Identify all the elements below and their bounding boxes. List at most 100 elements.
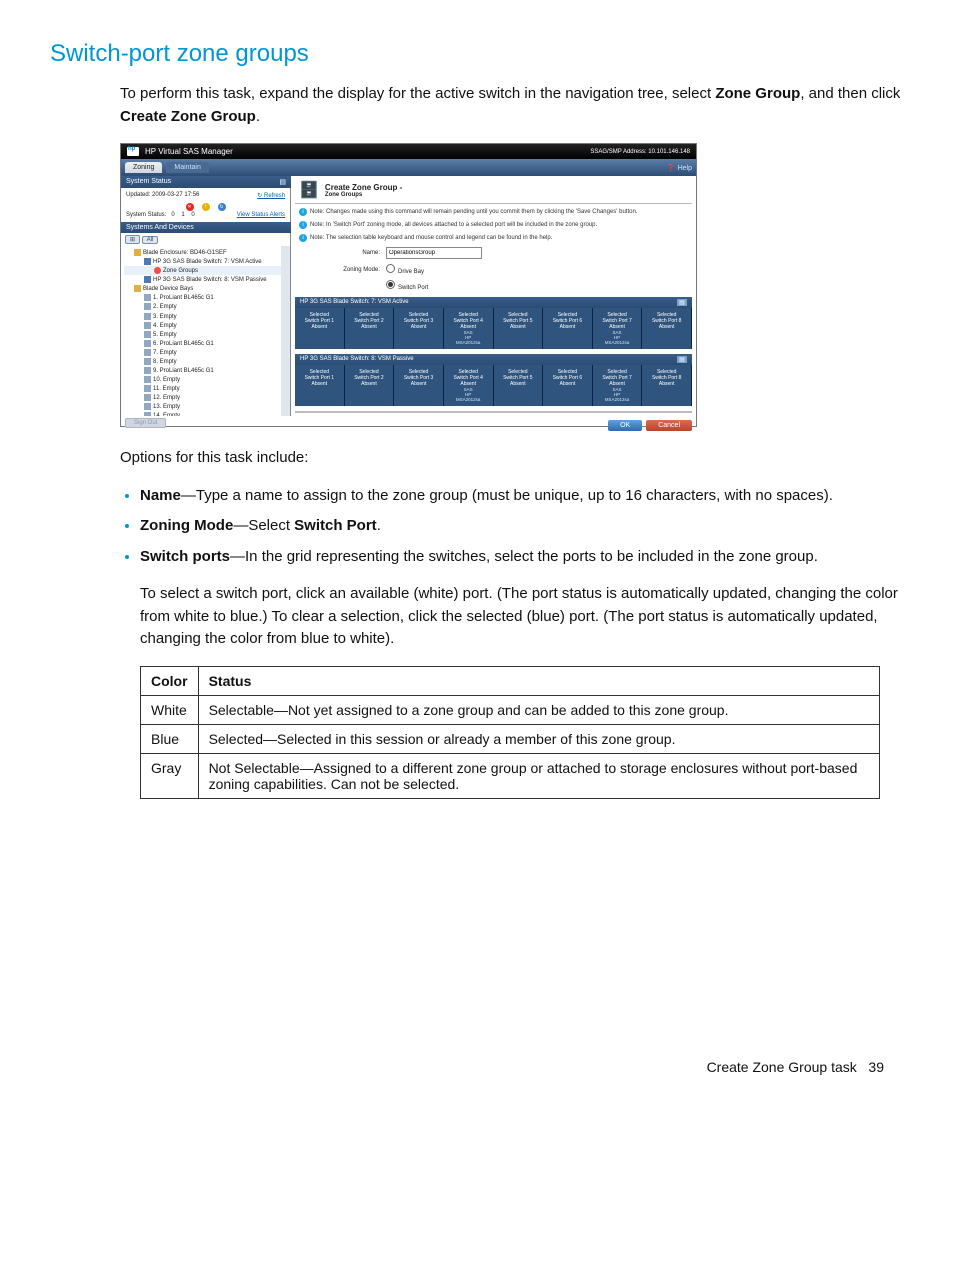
radio-switch-port[interactable] bbox=[386, 280, 395, 289]
switch-port-cell[interactable]: SelectedSwitch Port 6Absent bbox=[543, 365, 593, 406]
devices-title: Systems And Devices bbox=[126, 224, 194, 231]
tree-bay-13[interactable]: 13. Empty bbox=[153, 404, 180, 410]
bay-icon bbox=[144, 340, 151, 347]
tab-zoning[interactable]: Zoning bbox=[125, 162, 162, 173]
collapse-icon[interactable]: ▤ bbox=[279, 178, 286, 186]
grid1-expand-icon[interactable]: ▤ bbox=[677, 299, 687, 306]
switch-port-cell[interactable]: SelectedSwitch Port 5Absent bbox=[494, 308, 544, 349]
tree-scrollbar[interactable] bbox=[281, 246, 290, 416]
page-footer: Create Zone Group task 39 bbox=[50, 1059, 904, 1075]
tab-maintain[interactable]: Maintain bbox=[166, 162, 208, 173]
switch-icon bbox=[144, 276, 151, 283]
switch-port-cell[interactable]: SelectedSwitch Port 4AbsentSASHPMSA2012s… bbox=[444, 308, 494, 349]
tree-bay-9[interactable]: 9. ProLiant BL465c G1 bbox=[153, 368, 214, 374]
info-count: 0 bbox=[191, 212, 194, 218]
option-name: Name—Type a name to assign to the zone g… bbox=[140, 485, 904, 508]
tree-bay-11[interactable]: 11. Empty bbox=[153, 386, 180, 392]
switch-port-cell[interactable]: SelectedSwitch Port 4AbsentSASHPMSA2012s… bbox=[444, 365, 494, 406]
name-input[interactable] bbox=[386, 247, 482, 259]
option-switch-ports: Switch ports—In the grid representing th… bbox=[140, 546, 904, 569]
grid2-expand-icon[interactable]: ▤ bbox=[677, 356, 687, 363]
info-icon: i bbox=[299, 234, 307, 242]
switch-grid-passive: HP 3G SAS Blade Switch: 8: VSM Passive▤ … bbox=[295, 354, 692, 406]
switch-port-cell[interactable]: SelectedSwitch Port 1Absent bbox=[295, 308, 345, 349]
tree-bay-1[interactable]: 1. ProLiant BL465c G1 bbox=[153, 295, 214, 301]
switch-port-cell[interactable]: SelectedSwitch Port 7AbsentSASHPMSA2012s… bbox=[593, 308, 643, 349]
grid2-title: HP 3G SAS Blade Switch: 8: VSM Passive bbox=[300, 356, 414, 363]
crit-count: 0 bbox=[171, 212, 174, 218]
note-2: iNote: In 'Switch Port' zoning mode, all… bbox=[295, 220, 692, 230]
radio-switch-port-label: Switch Port bbox=[398, 285, 428, 291]
tree-bay-14[interactable]: 14. Empty bbox=[153, 413, 180, 416]
intro-bold-create: Create Zone Group bbox=[120, 108, 256, 125]
option-name-bold: Name bbox=[140, 487, 181, 504]
option-name-text: —Type a name to assign to the zone group… bbox=[181, 487, 833, 504]
tree-bay-5[interactable]: 5. Empty bbox=[153, 332, 177, 338]
option-zoning-mode: Zoning Mode—Select Switch Port. bbox=[140, 515, 904, 538]
tree-bay-10[interactable]: 10. Empty bbox=[153, 377, 180, 383]
color-status-table: ColorStatus WhiteSelectable—Not yet assi… bbox=[140, 666, 880, 799]
switch-port-cell[interactable]: SelectedSwitch Port 3Absent bbox=[394, 308, 444, 349]
tree-bay-3[interactable]: 3. Empty bbox=[153, 314, 177, 320]
switch-port-cell[interactable]: SelectedSwitch Port 3Absent bbox=[394, 365, 444, 406]
horizontal-scrollbar[interactable] bbox=[295, 411, 692, 413]
section-heading: Switch-port zone groups bbox=[50, 40, 904, 68]
tree-bay-12[interactable]: 12. Empty bbox=[153, 395, 180, 401]
post-list-paragraph: To select a switch port, click an availa… bbox=[140, 583, 904, 651]
tree-bay-7[interactable]: 7. Empty bbox=[153, 350, 177, 356]
note-3: iNote: The selection table keyboard and … bbox=[295, 233, 692, 243]
switch-port-cell[interactable]: SelectedSwitch Port 2Absent bbox=[345, 365, 395, 406]
switch-port-cell[interactable]: SelectedSwitch Port 8Absent bbox=[642, 308, 692, 349]
tree-bay-4[interactable]: 4. Empty bbox=[153, 323, 177, 329]
tree-bay-2[interactable]: 2. Empty bbox=[153, 305, 177, 311]
switch-port-cell[interactable]: SelectedSwitch Port 2Absent bbox=[345, 308, 395, 349]
left-pane: System Status ▤ Updated: 2009-03-27 17:5… bbox=[121, 176, 291, 416]
devices-toolbar: ⊞ All bbox=[121, 233, 291, 246]
nav-tree[interactable]: Blade Enclosure: BD46-G1SEF HP 3G SAS Bl… bbox=[121, 246, 291, 416]
grid1-ports: SelectedSwitch Port 1AbsentSelectedSwitc… bbox=[295, 308, 692, 349]
tree-switch-active[interactable]: HP 3G SAS Blade Switch: 7: VSM Active bbox=[153, 259, 262, 265]
tree-zone-groups[interactable]: Zone Groups bbox=[163, 268, 198, 274]
intro-text-2: , and then click bbox=[800, 85, 900, 102]
refresh-link[interactable]: ↻ Refresh bbox=[257, 192, 285, 199]
cell-status: Not Selectable—Assigned to a different z… bbox=[198, 753, 879, 798]
ok-button[interactable]: OK bbox=[608, 420, 642, 431]
tree-bays-header[interactable]: Blade Device Bays bbox=[143, 286, 193, 292]
window-titlebar: HP Virtual SAS Manager SSAG/SMP Address:… bbox=[121, 144, 696, 159]
option-zoning-pre: —Select bbox=[233, 517, 294, 534]
tree-switch-passive[interactable]: HP 3G SAS Blade Switch: 8: VSM Passive bbox=[153, 277, 267, 283]
zone-group-icon bbox=[154, 267, 161, 274]
sign-out-button[interactable]: Sign Out bbox=[125, 418, 166, 428]
switch-port-cell[interactable]: SelectedSwitch Port 7AbsentSASHPMSA2012s… bbox=[593, 365, 643, 406]
th-status: Status bbox=[198, 666, 879, 695]
switch-port-cell[interactable]: SelectedSwitch Port 5Absent bbox=[494, 365, 544, 406]
note-1-text: Note: Changes made using this command wi… bbox=[310, 209, 637, 215]
tree-enclosure[interactable]: Blade Enclosure: BD46-G1SEF bbox=[143, 250, 227, 256]
critical-icon: ✕ bbox=[186, 203, 194, 211]
bay-icon bbox=[144, 403, 151, 410]
switch-icon bbox=[144, 258, 151, 265]
bay-icon bbox=[144, 385, 151, 392]
tree-bay-8[interactable]: 8. Empty bbox=[153, 359, 177, 365]
help-link[interactable]: ❓ Help bbox=[667, 164, 692, 172]
radio-drive-bay[interactable] bbox=[386, 264, 395, 273]
expand-all-button[interactable]: ⊞ bbox=[125, 235, 140, 244]
tree-bay-6[interactable]: 6. ProLiant BL465c G1 bbox=[153, 341, 214, 347]
bay-icon bbox=[144, 376, 151, 383]
all-button[interactable]: All bbox=[142, 236, 159, 244]
hp-logo-icon bbox=[127, 147, 139, 156]
switch-port-cell[interactable]: SelectedSwitch Port 1Absent bbox=[295, 365, 345, 406]
info-icon: i bbox=[299, 208, 307, 216]
table-row: BlueSelected—Selected in this session or… bbox=[141, 724, 880, 753]
footer-page: 39 bbox=[868, 1059, 884, 1075]
app-screenshot: HP Virtual SAS Manager SSAG/SMP Address:… bbox=[120, 143, 697, 427]
crumb-title: Create Zone Group - bbox=[325, 183, 402, 192]
switch-port-cell[interactable]: SelectedSwitch Port 8Absent bbox=[642, 365, 692, 406]
intro-paragraph: To perform this task, expand the display… bbox=[120, 83, 904, 128]
switch-port-cell[interactable]: SelectedSwitch Port 6Absent bbox=[543, 308, 593, 349]
cell-status: Selectable—Not yet assigned to a zone gr… bbox=[198, 695, 879, 724]
cell-color: Blue bbox=[141, 724, 199, 753]
cancel-button[interactable]: Cancel bbox=[646, 420, 692, 431]
option-ports-text: —In the grid representing the switches, … bbox=[230, 548, 818, 565]
view-alerts-link[interactable]: View Status Alerts bbox=[237, 212, 285, 218]
